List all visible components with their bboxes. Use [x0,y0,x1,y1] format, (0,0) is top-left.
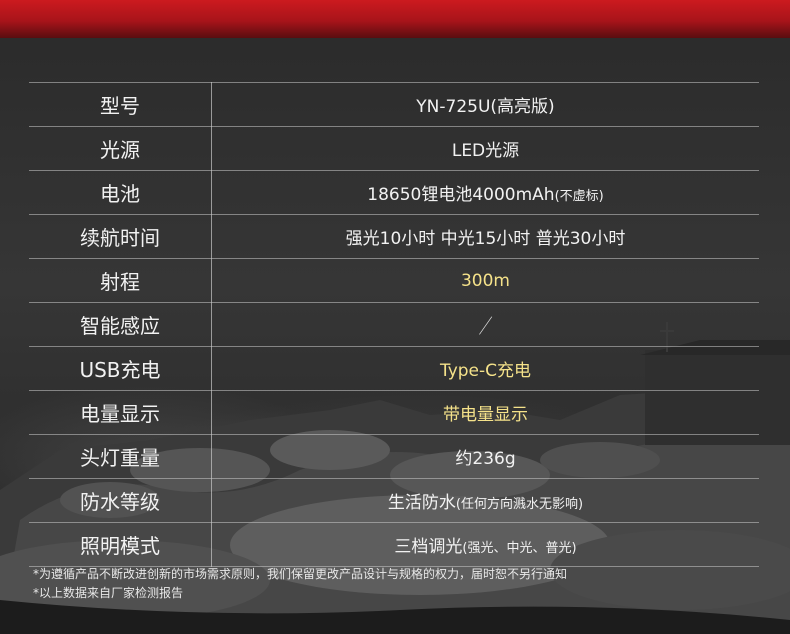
spec-key: 智能感应 [29,302,212,347]
top-red-banner [0,0,790,38]
table-row: 续航时间 强光10小时 中光15小时 普光30小时 [29,214,759,259]
spec-value: 三档调光(强光、中光、普光) [211,522,759,567]
spec-value: 300m [211,258,759,303]
footnotes: *为遵循产品不断改进创新的市场需求原则，我们保留更改产品设计与规格的权力，届时恕… [33,565,567,603]
spec-key: 防水等级 [29,478,212,523]
spec-value: LED光源 [211,126,759,171]
spec-value: 18650锂电池4000mAh(不虚标) [211,170,759,215]
spec-value-none: ／ [211,302,759,347]
spec-value: YN-725U(高亮版) [211,82,759,127]
footnote: *为遵循产品不断改进创新的市场需求原则，我们保留更改产品设计与规格的权力，届时恕… [33,567,568,581]
table-row: 光源 LED光源 [29,126,759,171]
spec-key: 续航时间 [29,214,212,259]
spec-key: 电池 [29,170,212,215]
spec-value: 强光10小时 中光15小时 普光30小时 [211,214,759,259]
spec-key: 射程 [29,258,212,303]
table-row: 射程 300m [29,258,759,303]
footnote: *以上数据来自厂家检测报告 [33,586,184,600]
spec-key: 电量显示 [29,390,212,435]
spec-value: 生活防水(任何方向溅水无影响) [211,478,759,523]
table-row: 防水等级 生活防水(任何方向溅水无影响) [29,478,759,523]
spec-key: 型号 [29,82,212,127]
spec-value: 约236g [211,434,759,479]
table-row: 型号 YN-725U(高亮版) [29,82,759,127]
spec-key: 照明模式 [29,522,212,567]
table-row: USB充电 Type-C充电 [29,346,759,391]
table-row: 电池 18650锂电池4000mAh(不虚标) [29,170,759,215]
table-row: 头灯重量 约236g [29,434,759,479]
spec-value: Type-C充电 [211,346,759,391]
spec-key: 光源 [29,126,212,171]
spec-key: USB充电 [29,346,212,391]
table-row: 电量显示 带电量显示 [29,390,759,435]
spec-value: 带电量显示 [211,390,759,435]
table-row: 智能感应 ／ [29,302,759,347]
spec-table: 型号 YN-725U(高亮版) 光源 LED光源 电池 18650锂电池4000… [29,82,759,567]
spec-key: 头灯重量 [29,434,212,479]
table-row: 照明模式 三档调光(强光、中光、普光) [29,522,759,567]
